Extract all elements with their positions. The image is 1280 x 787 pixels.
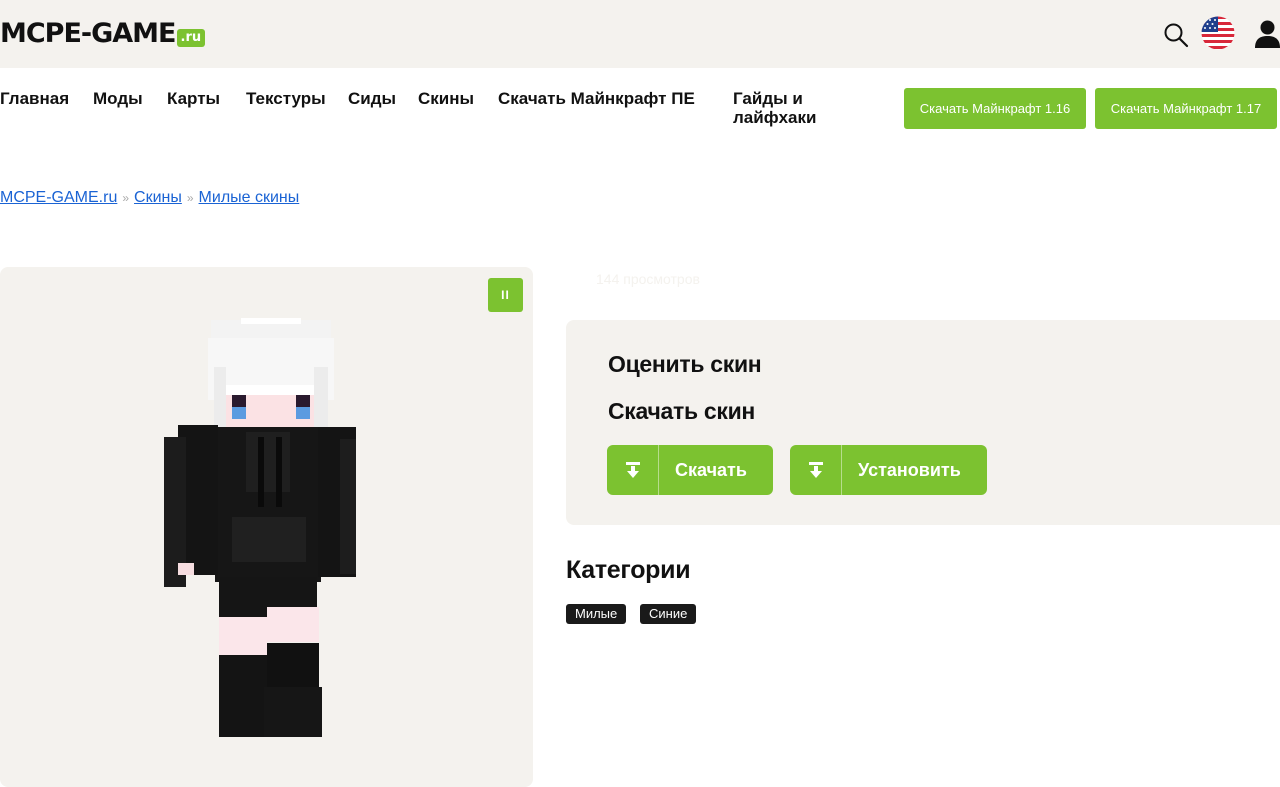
- skin-model-image[interactable]: [0, 267, 533, 768]
- site-logo[interactable]: MCPE-GAME .ru: [0, 18, 206, 49]
- us-flag-icon[interactable]: [1201, 16, 1235, 50]
- logo-text: MCPE-GAME: [0, 18, 176, 49]
- rate-skin-heading: Оценить скин: [608, 351, 762, 377]
- skin-preview-panel[interactable]: [0, 267, 533, 787]
- download-minecraft-117-button[interactable]: Скачать Майнкрафт 1.17: [1095, 88, 1277, 129]
- user-icon[interactable]: [1255, 20, 1280, 48]
- category-tag-cute[interactable]: Милые: [566, 604, 627, 624]
- nav-item-home[interactable]: Главная: [0, 89, 69, 108]
- nav-item-maps[interactable]: Карты: [167, 89, 220, 108]
- install-skin-label: Установить: [858, 459, 961, 480]
- install-icon: [790, 445, 842, 495]
- breadcrumb-separator: »: [122, 191, 130, 205]
- install-skin-button[interactable]: Установить: [790, 445, 987, 495]
- search-icon[interactable]: [1163, 22, 1189, 48]
- breadcrumb-link-skins[interactable]: Скины: [134, 189, 182, 206]
- download-icon: [607, 445, 659, 495]
- nav-item-skins[interactable]: Скины: [418, 89, 474, 108]
- download-skin-button[interactable]: Скачать: [607, 445, 773, 495]
- nav-item-seeds[interactable]: Сиды: [348, 89, 396, 108]
- site-header: MCPE-GAME .ru: [0, 0, 1280, 68]
- download-minecraft-116-button[interactable]: Скачать Майнкрафт 1.16: [904, 88, 1086, 129]
- pause-animation-button[interactable]: II: [488, 278, 523, 312]
- breadcrumb-link-home[interactable]: MCPE-GAME.ru: [0, 189, 117, 206]
- nav-item-download-mcpe[interactable]: Скачать Майнкрафт ПЕ: [498, 89, 698, 108]
- categories-heading: Категории: [566, 556, 691, 584]
- nav-item-mods[interactable]: Моды: [93, 89, 143, 108]
- breadcrumb-link-cute-skins[interactable]: Милые скины: [199, 189, 300, 206]
- nav-item-guides[interactable]: Гайды и лайфхаки: [733, 89, 843, 127]
- logo-suffix: .ru: [176, 29, 206, 47]
- download-skin-heading: Скачать скин: [608, 398, 756, 424]
- view-count: 144 просмотров: [596, 271, 700, 287]
- download-skin-label: Скачать: [675, 459, 747, 480]
- breadcrumb-separator: »: [186, 191, 194, 205]
- category-tag-blue[interactable]: Синие: [640, 604, 697, 624]
- nav-item-textures[interactable]: Текстуры: [246, 89, 326, 108]
- breadcrumb: MCPE-GAME.ru » Скины » Милые скины: [0, 189, 299, 207]
